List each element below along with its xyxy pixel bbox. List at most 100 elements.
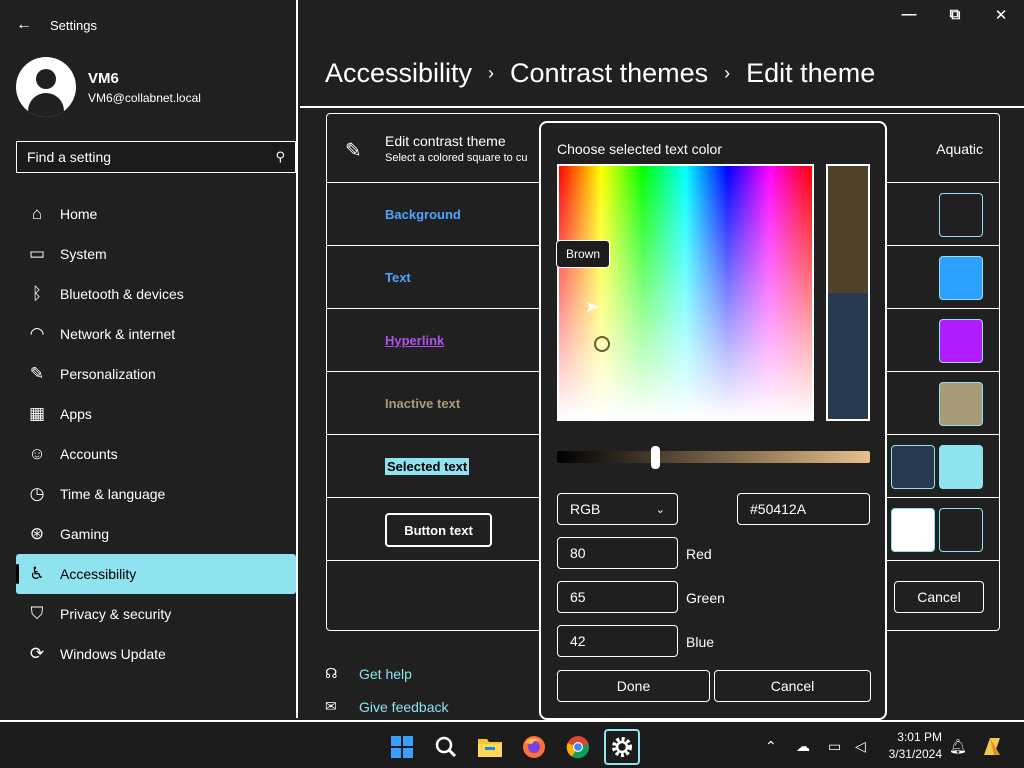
color-swatch[interactable]	[891, 508, 935, 552]
sidebar-item-network-internet[interactable]: ◠ Network & internet	[16, 314, 296, 354]
color-mode-select[interactable]: RGB ⌄	[557, 493, 678, 525]
title-bar: ← Settings	[16, 16, 97, 34]
color-swatch[interactable]	[939, 319, 983, 363]
color-picker-dialog: Choose selected text color ➤ Brown RGB ⌄…	[539, 121, 887, 720]
get-help-link[interactable]: ☊ Get help	[325, 665, 412, 682]
sidebar-item-label: Privacy & security	[60, 606, 172, 622]
breadcrumb-separator: ›	[724, 63, 731, 83]
sidebar-item-system[interactable]: ▭ System	[16, 234, 296, 274]
breadcrumb-accessibility[interactable]: Accessibility	[325, 58, 472, 89]
sidebar-nav: ⌂ Home ▭ System ᛒ Bluetooth & devices ◠ Network…	[16, 194, 296, 674]
start-icon[interactable]	[384, 729, 420, 765]
header-divider	[300, 106, 1024, 108]
sidebar-item-accessibility[interactable]: ♿ Accessibility	[16, 554, 296, 594]
copilot-icon[interactable]	[978, 729, 1006, 765]
show-hidden-icons-icon[interactable]: ⌃	[765, 738, 777, 755]
red-input[interactable]: 80	[557, 537, 678, 569]
green-label: Green	[686, 590, 725, 606]
color-swatch[interactable]	[939, 382, 983, 426]
sidebar-item-label: System	[60, 246, 107, 262]
get-help-label: Get help	[359, 665, 412, 682]
notifications-bell-icon[interactable]: 🔔︎	[949, 738, 967, 755]
color-preview	[826, 164, 870, 421]
give-feedback-link[interactable]: ✉ Give feedback	[325, 698, 449, 715]
profile-name: VM6	[88, 69, 119, 87]
search-placeholder: Find a setting	[27, 149, 112, 165]
sidebar-item-time-language[interactable]: ◷ Time & language	[16, 474, 296, 514]
search-icon[interactable]: ⚲	[275, 149, 285, 165]
window-title: Settings	[50, 17, 97, 33]
cloud-offline-icon[interactable]: ☁	[796, 738, 810, 755]
gaming-icon: ⊛	[29, 524, 45, 543]
sidebar-item-label: Home	[60, 206, 98, 222]
sidebar-item-personalization[interactable]: ✎ Personalization	[16, 354, 296, 394]
sidebar-item-label: Accessibility	[60, 566, 137, 582]
chrome-icon[interactable]	[560, 729, 596, 765]
color-swatch[interactable]	[939, 445, 983, 489]
color-swatch[interactable]	[891, 445, 935, 489]
sidebar-item-bluetooth-devices[interactable]: ᛒ Bluetooth & devices	[16, 274, 296, 314]
blue-input[interactable]: 42	[557, 625, 678, 657]
restore-button[interactable]: ⧉	[945, 6, 965, 23]
breadcrumb-separator: ›	[488, 63, 495, 83]
system-icon: ▭	[28, 244, 46, 263]
sidebar-item-accounts[interactable]: ☺ Accounts	[16, 434, 296, 474]
brush-icon: ✎	[29, 364, 45, 383]
update-icon: ⟳	[29, 644, 45, 663]
dialog-cancel-button[interactable]: Cancel	[714, 670, 871, 702]
shield-icon: ⛉	[30, 604, 44, 623]
panel-subtitle: Select a colored square to cu	[385, 152, 528, 164]
theme-row-label: Inactive text	[385, 396, 461, 411]
breadcrumb: Accessibility › Contrast themes › Edit t…	[325, 58, 875, 89]
search-input[interactable]: Find a setting ⚲	[16, 141, 296, 173]
settings-icon[interactable]	[604, 729, 640, 765]
profile-email: VM6@collabnet.local	[88, 90, 201, 105]
avatar	[16, 57, 76, 117]
sidebar-item-windows-update[interactable]: ⟳ Windows Update	[16, 634, 296, 674]
sidebar-item-privacy-security[interactable]: ⛉ Privacy & security	[16, 594, 296, 634]
panel-cancel-button[interactable]: Cancel	[894, 581, 984, 613]
blue-label: Blue	[686, 634, 715, 650]
taskbar-clock[interactable]: 3:01 PM 3/31/2024	[878, 729, 942, 763]
network-status-icon[interactable]: ▭	[828, 738, 841, 755]
volume-muted-icon[interactable]: ◁	[855, 738, 866, 755]
red-label: Red	[686, 546, 712, 562]
home-icon: ⌂	[31, 204, 43, 223]
breadcrumb-contrast-themes[interactable]: Contrast themes	[510, 58, 708, 89]
bluetooth-icon: ᛒ	[31, 284, 43, 303]
sidebar-item-label: Personalization	[60, 366, 156, 382]
brightness-slider-thumb[interactable]	[651, 446, 660, 469]
color-picker-handle[interactable]	[594, 336, 610, 352]
color-name-tooltip: Brown	[556, 240, 611, 268]
search-icon[interactable]	[428, 729, 464, 765]
hex-input[interactable]: #50412A	[737, 493, 870, 525]
color-swatch[interactable]	[939, 193, 983, 237]
close-button[interactable]: ✕	[991, 6, 1011, 24]
accounts-icon: ☺	[28, 444, 46, 463]
clock-date: 3/31/2024	[888, 747, 942, 761]
minimize-button[interactable]: —	[899, 6, 919, 23]
clock-time: 3:01 PM	[897, 730, 942, 744]
color-swatch[interactable]	[939, 256, 983, 300]
sidebar-item-gaming[interactable]: ⊛ Gaming	[16, 514, 296, 554]
give-feedback-label: Give feedback	[359, 698, 449, 715]
sidebar-item-apps[interactable]: ▦ Apps	[16, 394, 296, 434]
network-icon: ◠	[29, 324, 45, 343]
brightness-slider[interactable]	[557, 451, 870, 463]
help-icon: ☊	[325, 665, 338, 681]
done-button[interactable]: Done	[557, 670, 710, 702]
file-explorer-icon[interactable]	[472, 729, 508, 765]
user-profile[interactable]: VM6 VM6@collabnet.local	[16, 57, 201, 117]
theme-row-label[interactable]: Button text	[385, 513, 492, 547]
green-input[interactable]: 65	[557, 581, 678, 613]
color-spectrum[interactable]	[557, 164, 814, 421]
firefox-icon[interactable]	[516, 729, 552, 765]
sidebar-item-label: Bluetooth & devices	[60, 286, 184, 302]
back-arrow-icon[interactable]: ←	[16, 16, 34, 34]
color-swatch[interactable]	[939, 508, 983, 552]
sidebar-item-home[interactable]: ⌂ Home	[16, 194, 296, 234]
mouse-cursor-icon: ➤	[585, 299, 599, 316]
taskbar: ⌃ ☁ ▭ ◁ 3:01 PM 3/31/2024 🔔︎	[0, 720, 1024, 768]
theme-row-label: Background	[385, 207, 461, 222]
sidebar: ← Settings VM6 VM6@collabnet.local Find …	[0, 0, 298, 718]
